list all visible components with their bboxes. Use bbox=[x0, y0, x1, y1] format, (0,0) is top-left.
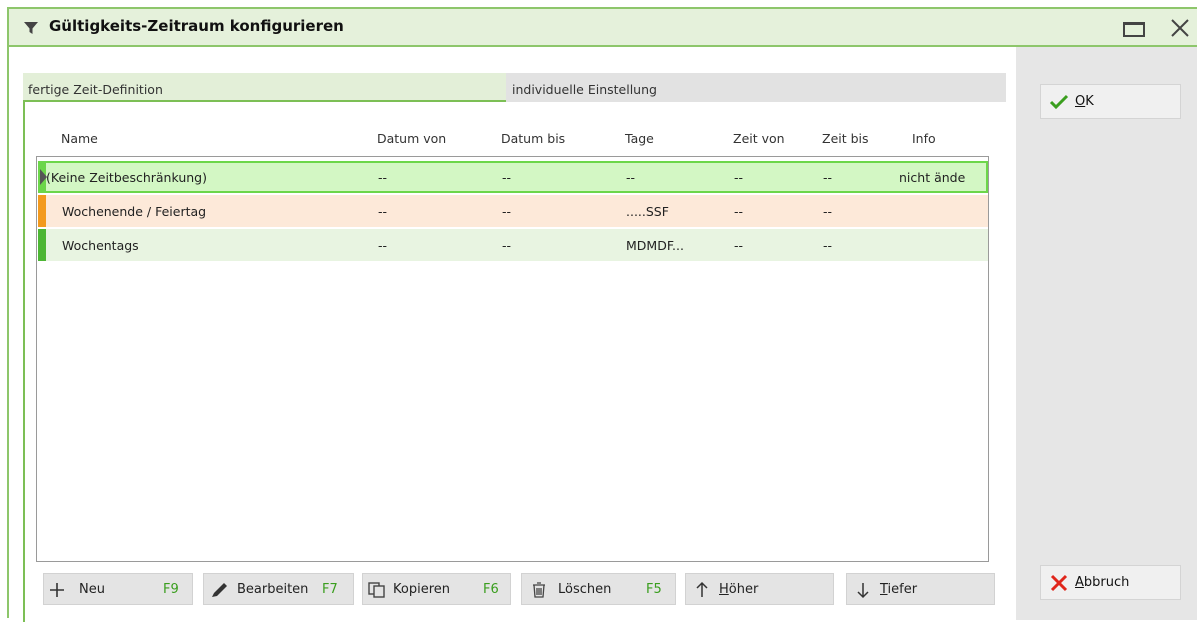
bearbeiten-shortcut: F7 bbox=[322, 582, 338, 597]
cell-datum-von: -- bbox=[378, 238, 388, 253]
cell-name: Wochentags bbox=[62, 238, 139, 253]
time-definition-table: (Keine Zeitbeschränkung) -- -- -- -- -- … bbox=[36, 156, 989, 562]
dialog-title: Gültigkeits-Zeitraum konfigurieren bbox=[49, 17, 344, 35]
neu-shortcut: F9 bbox=[163, 582, 179, 597]
ok-button[interactable]: OK bbox=[1040, 84, 1181, 119]
cell-zeit-von: -- bbox=[734, 204, 744, 219]
trash-icon bbox=[533, 582, 545, 598]
tiefer-button[interactable]: Tiefer bbox=[846, 573, 995, 605]
cell-tage: MDMDF... bbox=[626, 238, 684, 253]
kopieren-label: Kopieren bbox=[393, 582, 450, 597]
hoeher-button[interactable]: Höher bbox=[685, 573, 834, 605]
bearbeiten-label: Bearbeiten bbox=[237, 582, 309, 597]
loeschen-shortcut: F5 bbox=[646, 582, 662, 597]
cancel-button[interactable]: Abbruch bbox=[1040, 565, 1181, 600]
cell-name: Wochenende / Feiertag bbox=[62, 204, 207, 219]
title-bar: Gültigkeits-Zeitraum konfigurieren bbox=[9, 9, 1197, 47]
column-header-datum-von[interactable]: Datum von bbox=[377, 131, 446, 146]
tab-individuelle-einstellung[interactable]: individuelle Einstellung bbox=[506, 73, 1006, 102]
column-header-zeit-von[interactable]: Zeit von bbox=[733, 131, 785, 146]
cross-icon bbox=[1050, 574, 1068, 591]
plus-icon bbox=[50, 583, 64, 597]
table-row[interactable]: Wochentags -- -- MDMDF... -- -- bbox=[38, 229, 988, 261]
cell-tage: .....SSF bbox=[626, 204, 669, 219]
cell-datum-von: -- bbox=[378, 204, 388, 219]
cell-datum-bis: -- bbox=[502, 170, 512, 185]
arrow-down-icon bbox=[857, 583, 869, 599]
maximize-icon[interactable] bbox=[1123, 22, 1145, 37]
pencil-icon bbox=[212, 583, 227, 597]
cell-zeit-bis: -- bbox=[823, 170, 833, 185]
ok-button-label: OK bbox=[1075, 94, 1094, 109]
cell-tage: -- bbox=[626, 170, 636, 185]
close-icon[interactable] bbox=[1169, 17, 1191, 43]
cell-zeit-bis: -- bbox=[823, 238, 833, 253]
copy-icon bbox=[368, 582, 385, 598]
column-header-tage[interactable]: Tage bbox=[625, 131, 654, 146]
hoeher-label: Höher bbox=[719, 582, 759, 597]
column-header-info[interactable]: Info bbox=[912, 131, 936, 146]
table-row[interactable]: (Keine Zeitbeschränkung) -- -- -- -- -- … bbox=[38, 161, 988, 193]
cell-zeit-bis: -- bbox=[823, 204, 833, 219]
check-icon bbox=[1049, 94, 1069, 109]
neu-button[interactable]: Neu F9 bbox=[43, 573, 193, 605]
cell-name: (Keine Zeitbeschränkung) bbox=[46, 170, 207, 185]
table-row[interactable]: Wochenende / Feiertag -- -- .....SSF -- … bbox=[38, 195, 988, 227]
loeschen-label: Löschen bbox=[558, 582, 612, 597]
tab-fertige-zeit-definition[interactable]: fertige Zeit-Definition bbox=[23, 73, 506, 102]
tiefer-label: Tiefer bbox=[880, 582, 918, 597]
cell-datum-bis: -- bbox=[502, 238, 512, 253]
cancel-button-label: Abbruch bbox=[1075, 575, 1130, 590]
bearbeiten-button[interactable]: Bearbeiten F7 bbox=[203, 573, 354, 605]
row-color-marker bbox=[38, 229, 46, 261]
column-header-zeit-bis[interactable]: Zeit bis bbox=[822, 131, 869, 146]
column-header-name[interactable]: Name bbox=[61, 131, 98, 146]
right-button-pane: OK Abbruch bbox=[1016, 47, 1197, 620]
cell-datum-bis: -- bbox=[502, 204, 512, 219]
filter-icon bbox=[23, 20, 39, 40]
cell-datum-von: -- bbox=[378, 170, 388, 185]
arrow-up-icon bbox=[696, 581, 708, 597]
kopieren-button[interactable]: Kopieren F6 bbox=[362, 573, 511, 605]
tab-bar: fertige Zeit-Definition individuelle Ein… bbox=[23, 73, 1006, 102]
cell-zeit-von: -- bbox=[734, 170, 744, 185]
column-header-datum-bis[interactable]: Datum bis bbox=[501, 131, 565, 146]
cell-zeit-von: -- bbox=[734, 238, 744, 253]
cell-info: nicht ände bbox=[899, 170, 966, 185]
neu-label: Neu bbox=[79, 582, 105, 597]
loeschen-button[interactable]: Löschen F5 bbox=[521, 573, 676, 605]
kopieren-shortcut: F6 bbox=[483, 582, 499, 597]
row-color-marker bbox=[38, 195, 46, 227]
